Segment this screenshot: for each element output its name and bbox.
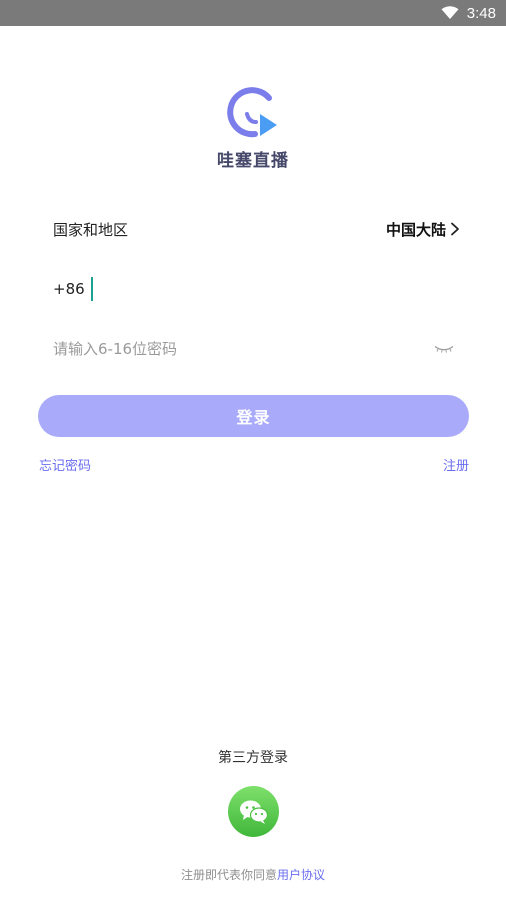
password-row	[53, 336, 460, 362]
wifi-icon	[441, 6, 459, 20]
status-time: 3:48	[466, 4, 496, 22]
region-value: 中国大陆	[385, 220, 446, 239]
play-circle-logo-icon	[227, 87, 277, 138]
user-agreement: 注册即代表你同意用户协议	[0, 866, 506, 883]
password-input[interactable]	[53, 340, 393, 358]
app-logo: 哇塞直播	[0, 84, 506, 171]
auth-links: 忘记密码 注册	[39, 455, 469, 475]
app-name: 哇塞直播	[217, 151, 289, 171]
user-agreement-link[interactable]: 用户协议	[277, 868, 325, 882]
phone-input[interactable]	[90, 277, 460, 301]
phone-row: +86	[53, 276, 460, 302]
agreement-prefix: 注册即代表你同意	[180, 868, 277, 882]
wechat-icon	[239, 800, 268, 824]
login-button[interactable]: 登录	[38, 395, 469, 437]
region-label: 国家和地区	[53, 220, 129, 239]
forgot-password-link[interactable]: 忘记密码	[39, 455, 91, 475]
third-party-login-title: 第三方登录	[218, 750, 288, 766]
region-value-group[interactable]: 中国大陆	[386, 219, 460, 240]
register-link[interactable]: 注册	[443, 455, 469, 475]
phone-prefix: +86	[53, 280, 85, 298]
status-bar: 3:48	[0, 0, 506, 26]
chevron-right-icon	[450, 222, 460, 236]
wechat-login-button[interactable]	[228, 786, 279, 837]
eye-closed-icon[interactable]	[432, 342, 456, 356]
region-selector[interactable]: 国家和地区 中国大陆	[53, 214, 460, 244]
